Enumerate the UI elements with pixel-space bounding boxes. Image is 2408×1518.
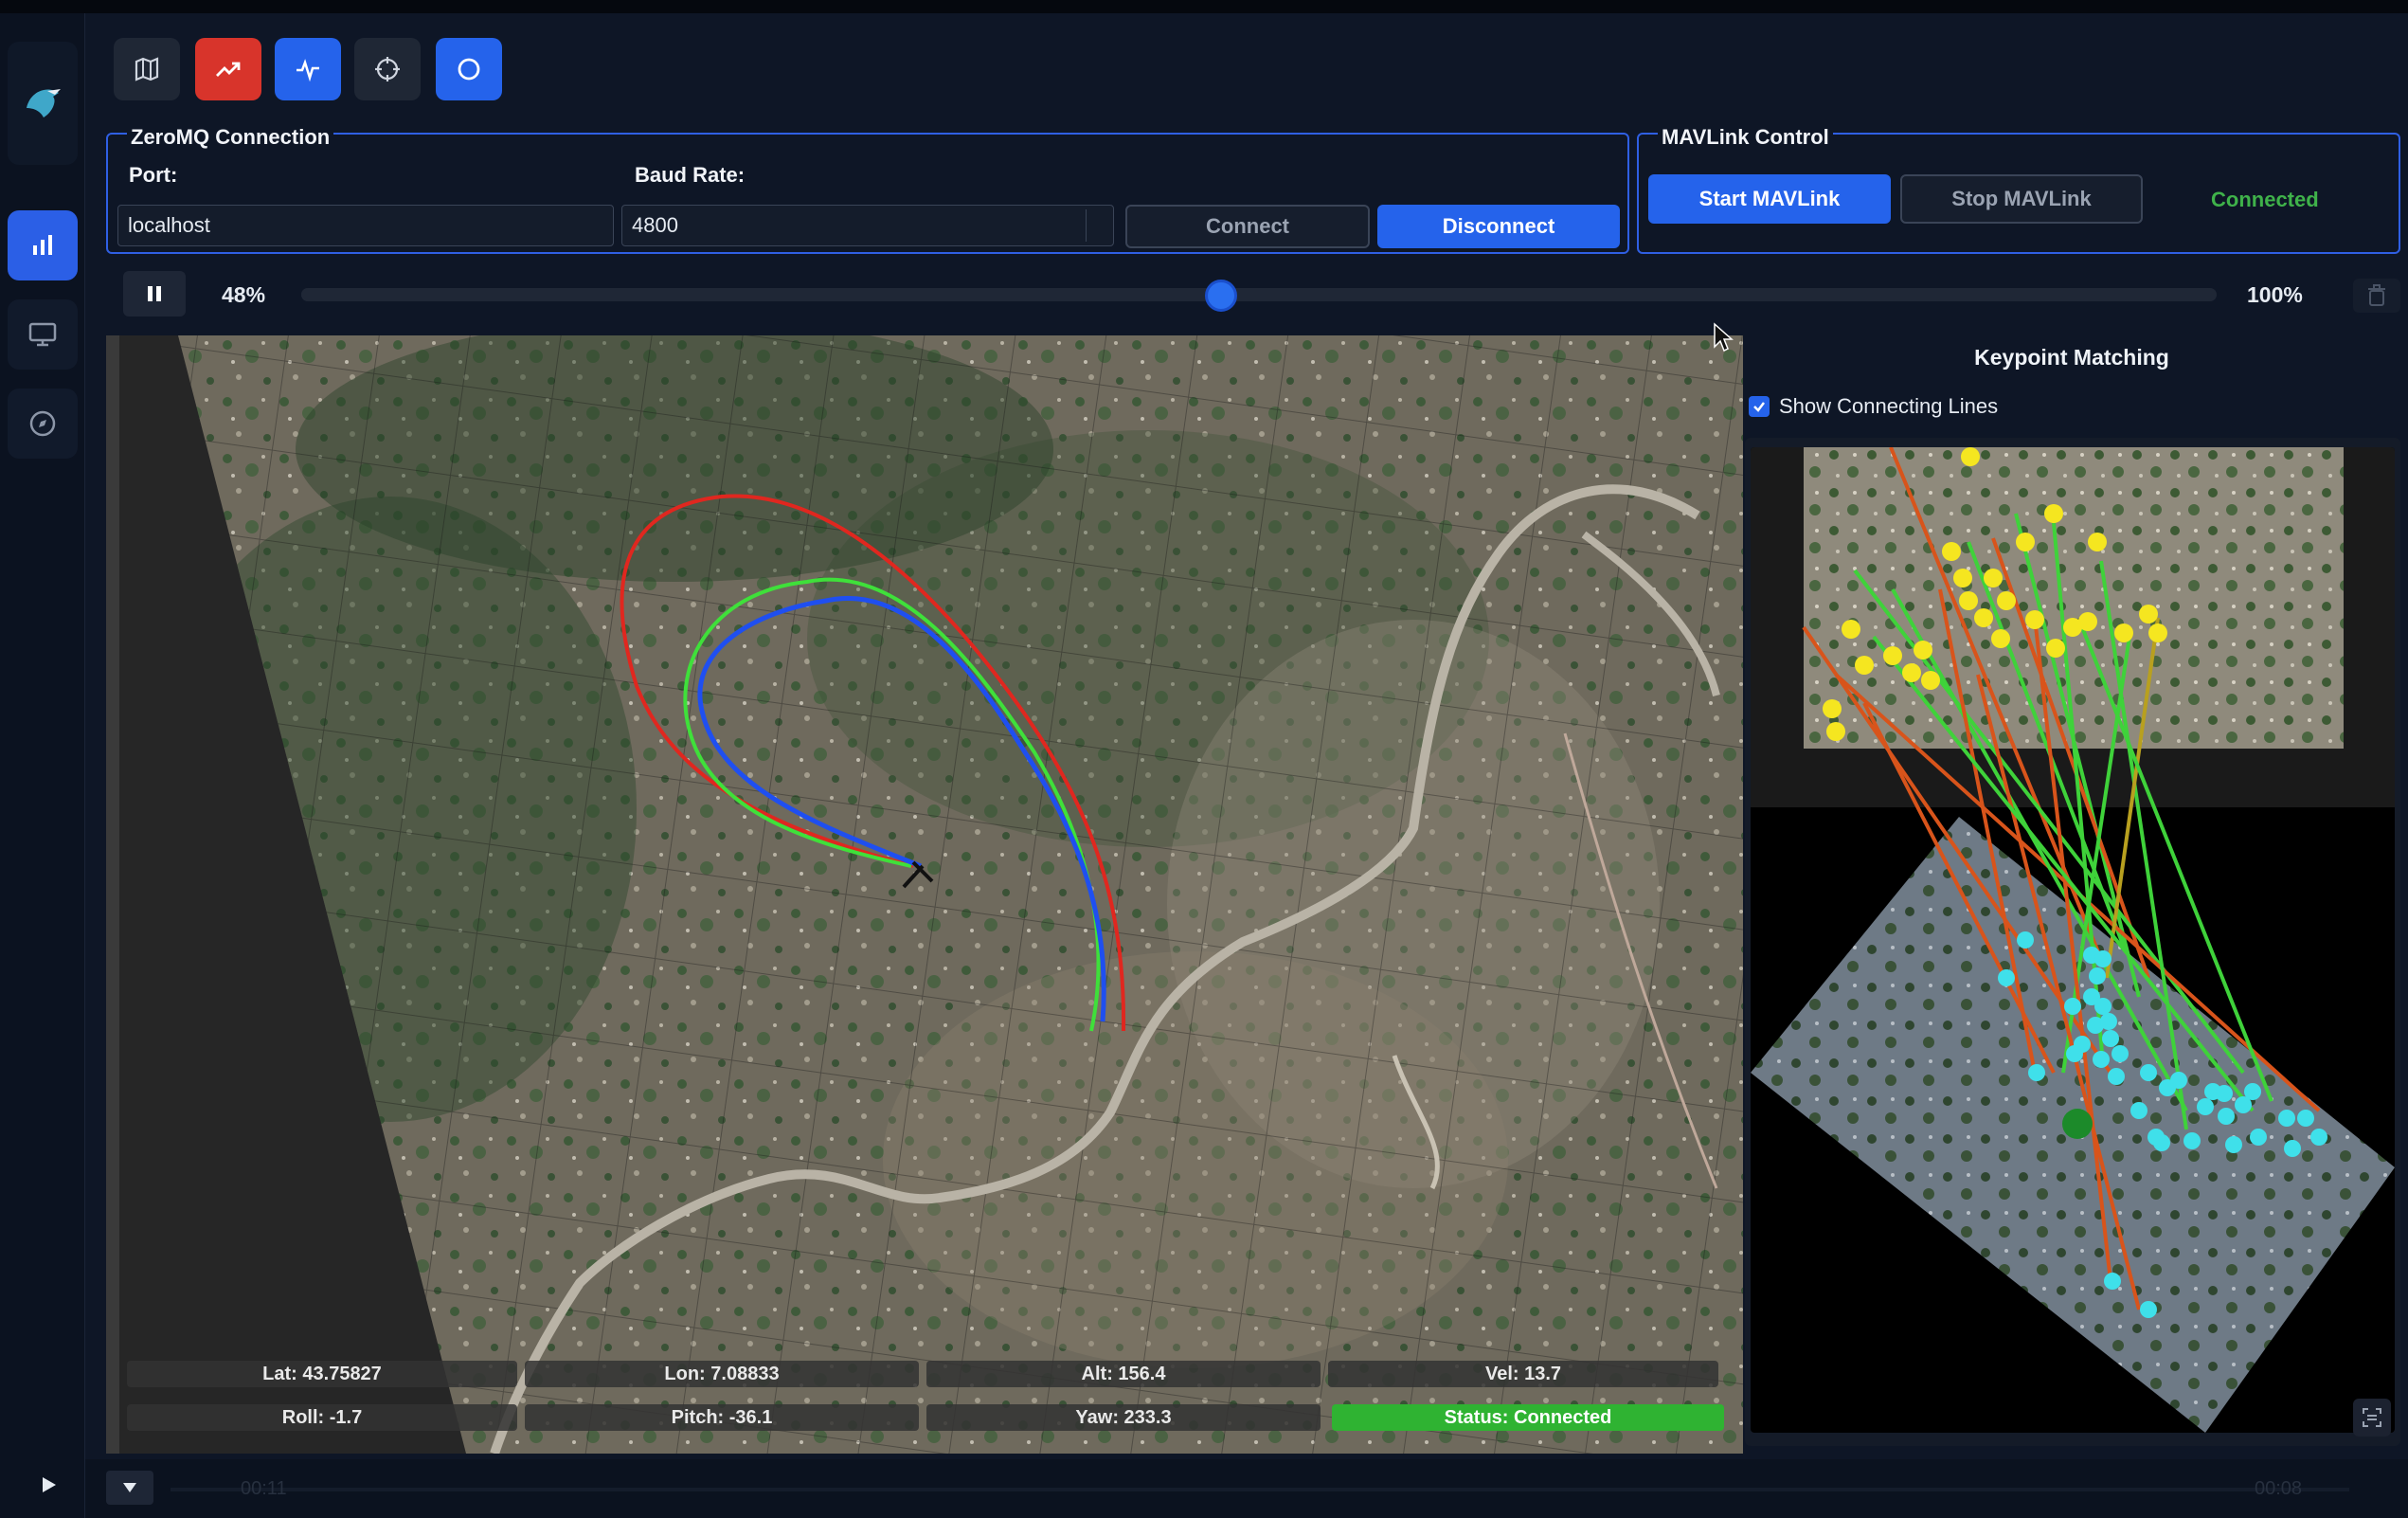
- mavlink-panel: MAVLink Control Start MAVLink Stop MAVLi…: [1637, 125, 2400, 254]
- telemetry-roll: Roll: -1.7: [127, 1404, 517, 1431]
- app-logo: [8, 42, 78, 165]
- timeline-track[interactable]: [171, 1488, 2349, 1491]
- scan-icon: [2363, 1408, 2381, 1427]
- zeromq-panel: ZeroMQ Connection Port: Baud Rate: local…: [106, 125, 1629, 254]
- trend-icon: [216, 62, 241, 77]
- disconnect-button[interactable]: Disconnect: [1377, 205, 1620, 248]
- show-connecting-lines-toggle[interactable]: Show Connecting Lines: [1749, 394, 1998, 419]
- mavlink-title: MAVLink Control: [1658, 125, 1833, 150]
- circle-icon: [458, 58, 480, 81]
- activity-tool-button[interactable]: [275, 38, 341, 100]
- telemetry-yaw: Yaw: 233.3: [926, 1404, 1321, 1431]
- rail-item-analytics[interactable]: [8, 210, 78, 280]
- show-lines-label: Show Connecting Lines: [1779, 394, 1999, 418]
- pause-icon: [148, 286, 161, 301]
- stop-mavlink-button[interactable]: Stop MAVLink: [1900, 174, 2143, 224]
- telemetry-status: Status: Connected: [1332, 1404, 1724, 1431]
- playback-slider-fill: [301, 288, 1221, 301]
- start-mavlink-button[interactable]: Start MAVLink: [1648, 174, 1891, 224]
- progress-start-label: 48%: [222, 282, 266, 307]
- telemetry-alt: Alt: 156.4: [926, 1361, 1321, 1387]
- progress-end-label: 100%: [2247, 282, 2303, 307]
- reference-center-marker: [2062, 1109, 2093, 1139]
- map-tool-button[interactable]: [114, 38, 180, 100]
- query-image: [1804, 447, 2344, 749]
- caret-down-icon: [123, 1483, 136, 1492]
- circle-tool-button[interactable]: [436, 38, 502, 100]
- target-icon: [375, 57, 400, 81]
- telemetry-vel: Vel: 13.7: [1328, 1361, 1718, 1387]
- chart-icon: [33, 235, 52, 255]
- compass-icon: [29, 410, 56, 437]
- keypoint-canvas: [1751, 447, 2395, 1433]
- show-lines-checkbox[interactable]: [1749, 396, 1770, 417]
- port-label: Port:: [129, 163, 178, 187]
- baud-rate-label: Baud Rate:: [635, 163, 746, 187]
- playback-slider-thumb[interactable]: [1204, 280, 1237, 312]
- map-icon: [135, 57, 159, 81]
- play-icon[interactable]: [38, 1474, 59, 1495]
- timeline-time-right: 00:08: [2255, 1478, 2303, 1499]
- window-top-bar: [0, 0, 2408, 13]
- telemetry-lat: Lat: 43.75827: [127, 1361, 517, 1387]
- map-canvas: [106, 335, 1743, 1454]
- baud-rate-value: 4800: [632, 213, 678, 237]
- baud-rate-select[interactable]: 4800: [621, 205, 1114, 246]
- fit-view-button[interactable]: [2353, 1399, 2391, 1437]
- map-view[interactable]: Lat: 43.75827 Lon: 7.08833 Alt: 156.4 Ve…: [106, 335, 1743, 1454]
- zeromq-title: ZeroMQ Connection: [127, 125, 334, 150]
- pause-button[interactable]: [123, 271, 186, 316]
- monitor-icon: [28, 322, 57, 347]
- keypoint-view[interactable]: [1751, 447, 2395, 1433]
- port-input[interactable]: localhost: [117, 205, 614, 246]
- telemetry-lon: Lon: 7.08833: [525, 1361, 919, 1387]
- mouse-cursor-icon: [1714, 322, 1734, 352]
- clear-button[interactable]: [2353, 279, 2400, 313]
- left-nav-rail: [0, 13, 85, 1518]
- timeline-time-left: 00:11: [241, 1478, 287, 1499]
- rail-item-display[interactable]: [8, 299, 78, 370]
- select-divider: [1086, 209, 1087, 242]
- playback-slider[interactable]: [301, 280, 2217, 312]
- target-tool-button[interactable]: [354, 38, 421, 100]
- trend-tool-button[interactable]: [195, 38, 261, 100]
- connect-button[interactable]: Connect: [1125, 205, 1370, 248]
- rail-item-navigation[interactable]: [8, 389, 78, 459]
- checkmark-icon: [1753, 402, 1765, 412]
- activity-icon: [297, 59, 319, 82]
- mavlink-status: Connected: [2211, 188, 2319, 211]
- trash-icon: [2368, 284, 2385, 306]
- collapse-button[interactable]: [106, 1471, 153, 1505]
- keypoint-title: Keypoint Matching: [1974, 345, 2169, 370]
- bird-logo-icon: [27, 89, 61, 117]
- telemetry-pitch: Pitch: -36.1: [525, 1404, 919, 1431]
